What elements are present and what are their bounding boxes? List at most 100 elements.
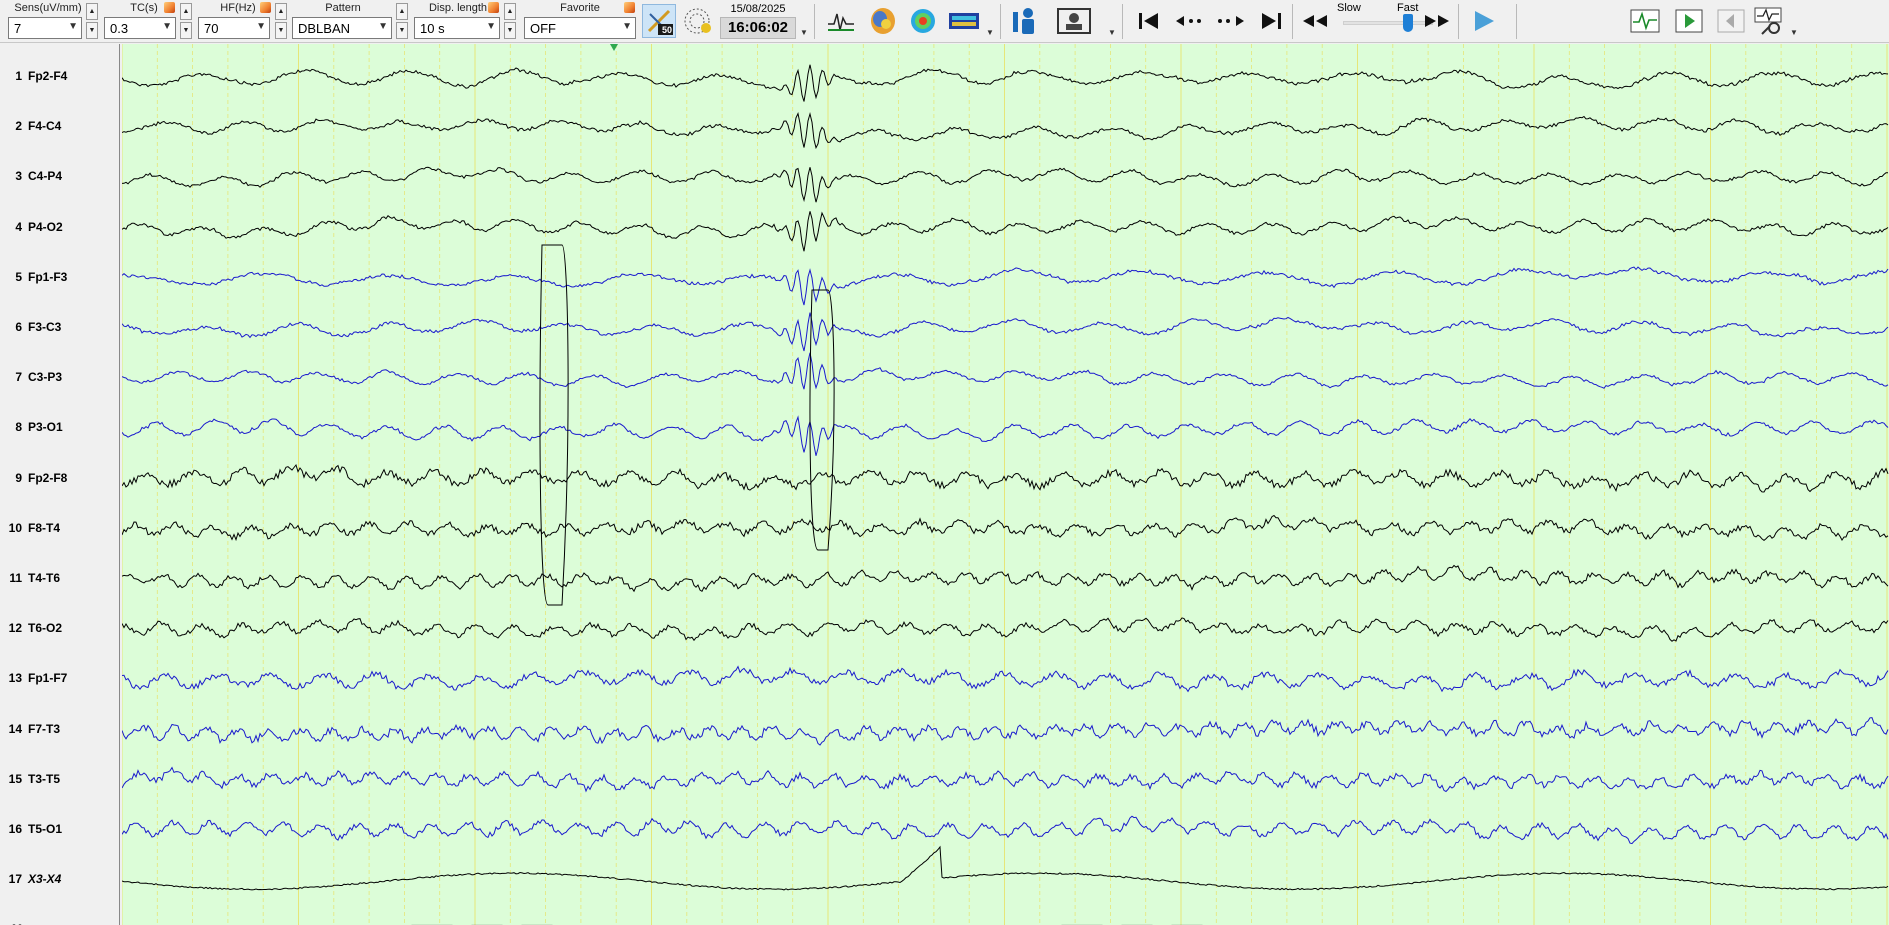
electrode-map-button[interactable] [680, 4, 714, 38]
step-back-icon [1176, 16, 1201, 26]
waveform-icon [828, 13, 854, 31]
spectrum-button[interactable] [946, 4, 982, 38]
channel-number: 8 [15, 420, 22, 435]
toolbar-separator [1000, 4, 1001, 39]
play-button[interactable] [1466, 4, 1502, 38]
channel-label[interactable]: 5 Fp1-F3 [0, 270, 120, 288]
channel-name: T6-O2 [28, 621, 63, 636]
pattern-select[interactable]: DBLBAN ▼ [292, 17, 392, 39]
tc-select[interactable]: 0.3 ▼ [104, 17, 176, 39]
channel-label[interactable]: 1 Fp2-F4 [0, 69, 120, 87]
channel-label[interactable]: 8 P3-O1 [0, 420, 120, 438]
video-button[interactable] [1054, 4, 1094, 38]
event-marker-icon[interactable] [610, 44, 618, 51]
spin-down-icon[interactable]: ▼ [86, 22, 98, 39]
channel-label[interactable]: 14 F7-T3 [0, 722, 120, 740]
slow-label: Slow [1337, 2, 1361, 14]
page-button[interactable] [1714, 4, 1748, 38]
channel-number: 16 [8, 822, 22, 836]
channel-label[interactable]: 7 C3-P3 [0, 370, 120, 388]
toolbar-separator [1458, 4, 1459, 39]
patient-info-button[interactable] [1008, 4, 1044, 38]
spin-up-icon[interactable]: ▲ [504, 3, 516, 20]
channel-label[interactable]: 6 F3-C3 [0, 320, 120, 338]
chevron-down-icon[interactable]: ▼ [986, 28, 994, 37]
topography-icon [911, 9, 935, 33]
hf-edit-icon[interactable] [260, 2, 271, 13]
montage-icon [1630, 9, 1660, 33]
topography-button[interactable] [906, 4, 940, 38]
channel-label[interactable]: 10 F8-T4 [0, 521, 120, 539]
jump-end-button[interactable] [1254, 4, 1288, 38]
sens-spinner[interactable]: ▲ ▼ [86, 3, 98, 39]
marker-icon [1675, 9, 1703, 33]
favorite-value: OFF [530, 21, 556, 36]
tools-button[interactable] [1752, 4, 1788, 38]
channel-name: Fp2-F4 [28, 69, 68, 83]
channel-label[interactable]: 11 T4-T6 [0, 571, 120, 589]
spin-down-icon[interactable]: ▼ [275, 22, 287, 39]
spin-up-icon[interactable]: ▲ [396, 3, 408, 20]
eeg-trace-canvas[interactable] [122, 44, 1889, 925]
channel-number: 13 [8, 671, 22, 686]
chevron-down-icon[interactable]: ▼ [1790, 28, 1798, 37]
channel-label[interactable]: 16 T5-O1 [0, 822, 120, 840]
sens-select[interactable]: 7 ▼ [8, 17, 82, 39]
chevron-down-icon[interactable]: ▼ [800, 28, 808, 37]
fast-label: Fast [1397, 2, 1419, 14]
spin-down-icon[interactable]: ▼ [396, 22, 408, 39]
channel-name: C3-P3 [28, 370, 63, 385]
montage-button[interactable] [1628, 4, 1662, 38]
chevron-down-icon: ▼ [622, 21, 632, 32]
channel-label[interactable]: 4 P4-O2 [0, 220, 120, 238]
auto-filter-button[interactable]: 50 [642, 4, 676, 38]
hf-value: 70 [204, 21, 219, 36]
favorite-edit-icon[interactable] [624, 2, 635, 13]
sens-control: Sens(uV/mm) 7 ▼ [8, 0, 88, 43]
disp-length-spinner[interactable]: ▲ ▼ [504, 3, 516, 39]
hf-spinner[interactable]: ▲ ▼ [275, 3, 287, 39]
date-text: 15/08/2025 [730, 3, 786, 15]
eeg-trace-area[interactable] [122, 44, 1889, 925]
channel-number: 1 [15, 69, 22, 83]
disp-length-edit-icon[interactable] [488, 2, 499, 13]
sens-label: Sens(uV/mm) [14, 2, 82, 14]
channel-label[interactable]: 3 C4-P4 [0, 169, 120, 187]
spin-up-icon[interactable]: ▲ [275, 3, 287, 20]
pattern-spinner[interactable]: ▲ ▼ [396, 3, 408, 39]
fast-forward-button[interactable] [1420, 4, 1454, 38]
spin-up-icon[interactable]: ▲ [86, 3, 98, 20]
channel-name: F7-T3 [28, 721, 61, 736]
channel-label[interactable]: 13 Fp1-F7 [0, 671, 120, 689]
tc-edit-icon[interactable] [164, 2, 175, 13]
channel-label[interactable]: 2 F4-C4 [0, 119, 120, 137]
tools-icon [1754, 7, 1782, 35]
spin-down-icon[interactable]: ▼ [504, 22, 516, 39]
spin-down-icon[interactable]: ▼ [180, 22, 192, 39]
spin-up-icon[interactable]: ▲ [180, 3, 192, 20]
jump-start-button[interactable] [1132, 4, 1166, 38]
channel-label[interactable]: 12 T6-O2 [0, 621, 120, 639]
speed-thumb[interactable] [1403, 14, 1413, 32]
eeg-artifact [539, 244, 569, 606]
channel-label[interactable]: 9 Fp2-F8 [0, 471, 120, 489]
hf-select[interactable]: 70 ▼ [198, 17, 270, 39]
channel-number: 10 [8, 520, 22, 535]
disp-length-select[interactable]: 10 s ▼ [414, 17, 500, 39]
step-forward-button[interactable] [1212, 4, 1248, 38]
chevron-down-icon[interactable]: ▼ [1108, 28, 1116, 37]
play-icon [1475, 11, 1494, 31]
patient-info-icon [1013, 8, 1034, 34]
channel-name: F4-C4 [28, 119, 62, 134]
favorite-select[interactable]: OFF ▼ [524, 17, 636, 39]
channel-label[interactable]: 15 T3-T5 [0, 772, 120, 790]
head-map-button[interactable] [866, 4, 900, 38]
electrode-map-icon [684, 8, 711, 34]
tc-spinner[interactable]: ▲ ▼ [180, 3, 192, 39]
step-back-button[interactable] [1172, 4, 1208, 38]
marker-button[interactable] [1672, 4, 1706, 38]
date-time-display: 15/08/2025 16:06:02 [720, 0, 796, 43]
waveform-button[interactable] [824, 4, 858, 38]
channel-number: 15 [8, 771, 22, 786]
channel-label[interactable]: 17 X3-X4 [0, 872, 120, 890]
